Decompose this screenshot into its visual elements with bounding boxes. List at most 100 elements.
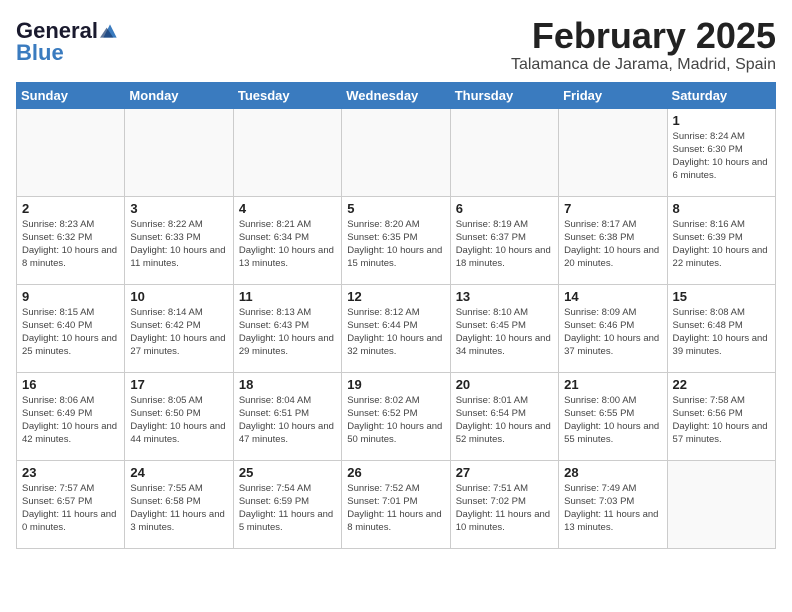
- calendar-week-row: 16Sunrise: 8:06 AM Sunset: 6:49 PM Dayli…: [17, 372, 776, 460]
- day-info: Sunrise: 8:20 AM Sunset: 6:35 PM Dayligh…: [347, 218, 444, 271]
- day-number: 5: [347, 201, 444, 216]
- calendar-cell: 20 Sunrise: 8:01 AM Sunset: 6:54 PM Dayli…: [450, 372, 558, 460]
- day-info: Sunrise: 8:04 AM Sunset: 6:51 PM Dayligh…: [239, 394, 336, 447]
- day-number: 20: [456, 377, 553, 392]
- day-info: Sunrise: 8:13 AM Sunset: 6:43 PM Dayligh…: [239, 306, 336, 359]
- day-info: Sunrise: 8:23 AM Sunset: 6:32 PM Dayligh…: [22, 218, 119, 271]
- calendar-cell: 26 Sunrise: 7:52 AM Sunset: 7:01 PM Dayli…: [342, 460, 450, 548]
- calendar-cell: 19 Sunrise: 8:02 AM Sunset: 6:52 PM Dayli…: [342, 372, 450, 460]
- day-number: 15: [673, 289, 770, 304]
- day-number: 18: [239, 377, 336, 392]
- calendar-cell: [450, 108, 558, 196]
- calendar-cell: 7Sunrise: 8:17 AM Sunset: 6:38 PM Daylig…: [559, 196, 667, 284]
- calendar-cell: [17, 108, 125, 196]
- day-info: Sunrise: 8:12 AM Sunset: 6:44 PM Dayligh…: [347, 306, 444, 359]
- calendar-cell: [342, 108, 450, 196]
- day-info: Sunrise: 8:24 AM Sunset: 6:30 PM Dayligh…: [673, 130, 770, 183]
- day-number: 22: [673, 377, 770, 392]
- calendar-cell: 1 Sunrise: 8:24 AM Sunset: 6:30 PM Daylig…: [667, 108, 775, 196]
- day-info: Sunrise: 7:55 AM Sunset: 6:58 PM Dayligh…: [130, 482, 227, 535]
- day-number: 3: [130, 201, 227, 216]
- day-info: Sunrise: 8:09 AM Sunset: 6:46 PM Dayligh…: [564, 306, 661, 359]
- calendar-cell: [125, 108, 233, 196]
- day-info: Sunrise: 8:14 AM Sunset: 6:42 PM Dayligh…: [130, 306, 227, 359]
- day-number: 10: [130, 289, 227, 304]
- calendar-cell: 8 Sunrise: 8:16 AM Sunset: 6:39 PM Daylig…: [667, 196, 775, 284]
- day-number: 25: [239, 465, 336, 480]
- calendar-cell: 15 Sunrise: 8:08 AM Sunset: 6:48 PM Dayli…: [667, 284, 775, 372]
- calendar-cell: 12Sunrise: 8:12 AM Sunset: 6:44 PM Dayli…: [342, 284, 450, 372]
- weekday-header: Wednesday: [342, 82, 450, 108]
- calendar-cell: 18 Sunrise: 8:04 AM Sunset: 6:51 PM Dayli…: [233, 372, 341, 460]
- calendar-cell: 3 Sunrise: 8:22 AM Sunset: 6:33 PM Daylig…: [125, 196, 233, 284]
- day-info: Sunrise: 8:21 AM Sunset: 6:34 PM Dayligh…: [239, 218, 336, 271]
- logo-text: General: [16, 20, 98, 42]
- day-info: Sunrise: 8:01 AM Sunset: 6:54 PM Dayligh…: [456, 394, 553, 447]
- calendar-subtitle: Talamanca de Jarama, Madrid, Spain: [511, 56, 776, 74]
- day-info: Sunrise: 7:52 AM Sunset: 7:01 PM Dayligh…: [347, 482, 444, 535]
- weekday-header: Friday: [559, 82, 667, 108]
- calendar-cell: 11 Sunrise: 8:13 AM Sunset: 6:43 PM Dayli…: [233, 284, 341, 372]
- day-number: 14: [564, 289, 661, 304]
- calendar-cell: 9Sunrise: 8:15 AM Sunset: 6:40 PM Daylig…: [17, 284, 125, 372]
- day-number: 13: [456, 289, 553, 304]
- day-info: Sunrise: 7:49 AM Sunset: 7:03 PM Dayligh…: [564, 482, 661, 535]
- weekday-header: Sunday: [17, 82, 125, 108]
- day-info: Sunrise: 8:22 AM Sunset: 6:33 PM Dayligh…: [130, 218, 227, 271]
- day-number: 27: [456, 465, 553, 480]
- day-number: 1: [673, 113, 770, 128]
- logo-blue-text: Blue: [16, 42, 64, 64]
- calendar-cell: 2 Sunrise: 8:23 AM Sunset: 6:32 PM Daylig…: [17, 196, 125, 284]
- weekday-header: Tuesday: [233, 82, 341, 108]
- day-info: Sunrise: 7:54 AM Sunset: 6:59 PM Dayligh…: [239, 482, 336, 535]
- day-number: 7: [564, 201, 661, 216]
- day-number: 19: [347, 377, 444, 392]
- day-number: 28: [564, 465, 661, 480]
- calendar-table: SundayMondayTuesdayWednesdayThursdayFrid…: [16, 82, 776, 549]
- day-info: Sunrise: 7:51 AM Sunset: 7:02 PM Dayligh…: [456, 482, 553, 535]
- day-number: 6: [456, 201, 553, 216]
- header: General Blue February 2025 Talamanca de …: [16, 16, 776, 74]
- day-number: 24: [130, 465, 227, 480]
- day-info: Sunrise: 8:06 AM Sunset: 6:49 PM Dayligh…: [22, 394, 119, 447]
- calendar-cell: 23 Sunrise: 7:57 AM Sunset: 6:57 PM Dayli…: [17, 460, 125, 548]
- calendar-cell: 28 Sunrise: 7:49 AM Sunset: 7:03 PM Dayli…: [559, 460, 667, 548]
- logo-icon: [100, 21, 120, 41]
- day-number: 2: [22, 201, 119, 216]
- day-number: 8: [673, 201, 770, 216]
- day-info: Sunrise: 8:10 AM Sunset: 6:45 PM Dayligh…: [456, 306, 553, 359]
- calendar-cell: 10 Sunrise: 8:14 AM Sunset: 6:42 PM Dayli…: [125, 284, 233, 372]
- calendar-cell: 4 Sunrise: 8:21 AM Sunset: 6:34 PM Daylig…: [233, 196, 341, 284]
- calendar-cell: 22Sunrise: 7:58 AM Sunset: 6:56 PM Dayli…: [667, 372, 775, 460]
- calendar-week-row: 1 Sunrise: 8:24 AM Sunset: 6:30 PM Daylig…: [17, 108, 776, 196]
- day-number: 4: [239, 201, 336, 216]
- day-info: Sunrise: 8:05 AM Sunset: 6:50 PM Dayligh…: [130, 394, 227, 447]
- day-number: 21: [564, 377, 661, 392]
- day-info: Sunrise: 7:57 AM Sunset: 6:57 PM Dayligh…: [22, 482, 119, 535]
- day-number: 26: [347, 465, 444, 480]
- calendar-cell: 21 Sunrise: 8:00 AM Sunset: 6:55 PM Dayli…: [559, 372, 667, 460]
- calendar-cell: 14 Sunrise: 8:09 AM Sunset: 6:46 PM Dayli…: [559, 284, 667, 372]
- calendar-cell: 25 Sunrise: 7:54 AM Sunset: 6:59 PM Dayli…: [233, 460, 341, 548]
- calendar-cell: 5 Sunrise: 8:20 AM Sunset: 6:35 PM Daylig…: [342, 196, 450, 284]
- day-number: 9: [22, 289, 119, 304]
- day-info: Sunrise: 8:16 AM Sunset: 6:39 PM Dayligh…: [673, 218, 770, 271]
- calendar-week-row: 9Sunrise: 8:15 AM Sunset: 6:40 PM Daylig…: [17, 284, 776, 372]
- calendar-cell: 17Sunrise: 8:05 AM Sunset: 6:50 PM Dayli…: [125, 372, 233, 460]
- weekday-header: Saturday: [667, 82, 775, 108]
- day-number: 23: [22, 465, 119, 480]
- calendar-cell: [559, 108, 667, 196]
- day-info: Sunrise: 8:08 AM Sunset: 6:48 PM Dayligh…: [673, 306, 770, 359]
- weekday-header: Thursday: [450, 82, 558, 108]
- title-block: February 2025 Talamanca de Jarama, Madri…: [511, 16, 776, 74]
- calendar-cell: 24 Sunrise: 7:55 AM Sunset: 6:58 PM Dayli…: [125, 460, 233, 548]
- calendar-cell: [233, 108, 341, 196]
- day-number: 11: [239, 289, 336, 304]
- calendar-week-row: 2 Sunrise: 8:23 AM Sunset: 6:32 PM Daylig…: [17, 196, 776, 284]
- weekday-header: Monday: [125, 82, 233, 108]
- logo: General Blue: [16, 20, 120, 64]
- day-info: Sunrise: 8:00 AM Sunset: 6:55 PM Dayligh…: [564, 394, 661, 447]
- calendar-cell: 6Sunrise: 8:19 AM Sunset: 6:37 PM Daylig…: [450, 196, 558, 284]
- calendar-cell: 27 Sunrise: 7:51 AM Sunset: 7:02 PM Dayli…: [450, 460, 558, 548]
- day-info: Sunrise: 8:02 AM Sunset: 6:52 PM Dayligh…: [347, 394, 444, 447]
